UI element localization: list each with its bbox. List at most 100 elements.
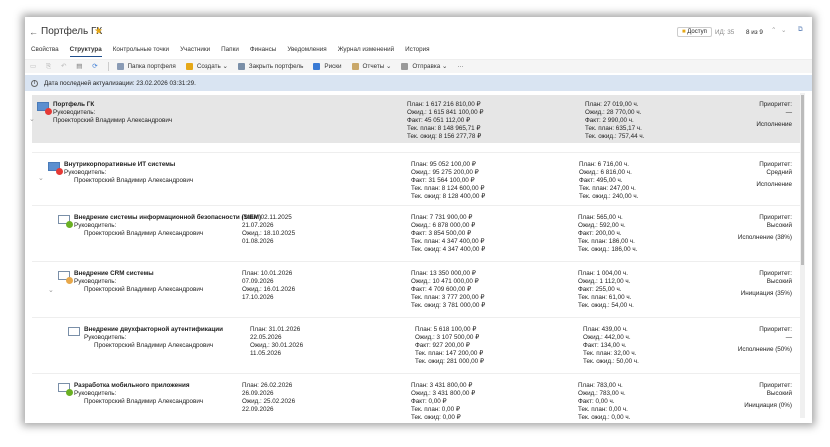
send-button[interactable]: Отправка ⌄ xyxy=(401,63,447,70)
tab-0[interactable]: Свойства xyxy=(31,46,59,57)
tab-2[interactable]: Контрольные точки xyxy=(113,46,169,57)
cost-line: Тек. ожид: 8 128 400,00 ₽ xyxy=(411,193,486,200)
scrollbar[interactable] xyxy=(800,93,805,418)
favorite-star-icon[interactable]: ★ xyxy=(94,26,103,37)
hours-line: Факт: 134,00 ч. xyxy=(583,342,627,349)
date-line: 07.09.2026 xyxy=(242,278,274,285)
record-id: ИД: 35 xyxy=(715,29,735,36)
row-title[interactable]: Разработка мобильного приложения xyxy=(74,382,203,390)
tab-1[interactable]: Структура xyxy=(69,46,102,57)
row-title[interactable]: Внутрикорпоративные ИТ системы xyxy=(64,161,193,169)
tab-4[interactable]: Папки xyxy=(221,46,239,57)
manager-name: Проекторский Владимир Александрович xyxy=(74,177,194,184)
tab-3[interactable]: Участники xyxy=(180,46,210,57)
structure-row[interactable]: ⌄ Портфель ГК Руководитель: Проекторский Вл… xyxy=(29,95,800,143)
status-value: Инициация (35%) xyxy=(740,290,792,297)
tab-5[interactable]: Финансы xyxy=(250,46,276,57)
date-line: 22.09.2026 xyxy=(242,406,274,413)
structure-row[interactable]: Внедрение системы информационной безопас… xyxy=(32,205,800,260)
cost-line: Ожид.: 3 431 800,00 ₽ xyxy=(411,390,476,397)
date-line: Ожид.: 30.01.2026 xyxy=(250,342,304,349)
row-title[interactable]: Внедрение системы информационной безопас… xyxy=(74,214,261,222)
more-button[interactable]: ··· xyxy=(457,63,463,70)
hours-line: Тек. ожид.: 50,00 ч. xyxy=(583,358,639,365)
access-button[interactable]: ■ Доступ xyxy=(677,27,712,37)
hours-line: План: 565,00 ч. xyxy=(578,214,623,221)
date-line: План: 10.01.2026 xyxy=(242,270,293,277)
priority-value: Высокий xyxy=(766,390,792,397)
priority-label: Приоритет: xyxy=(759,270,792,277)
portfolio-icon xyxy=(37,101,52,115)
cost-line: Тек. план: 0,00 ₽ xyxy=(411,406,460,413)
hours-line: Факт: 0,00 ч. xyxy=(578,398,615,405)
hours-line: Ожид.: 28 770,00 ч. xyxy=(585,109,642,116)
manager-label: Руководитель: xyxy=(53,109,96,116)
hours-line: План: 783,00 ч. xyxy=(578,382,623,389)
save-icon[interactable]: ▭ xyxy=(30,63,36,70)
cost-line: Ожид.: 3 107 500,00 ₽ xyxy=(415,334,480,341)
structure-row[interactable]: Разработка мобильного приложения Руководи… xyxy=(32,373,800,423)
close-portfolio-button[interactable]: Закрыть портфель xyxy=(237,63,303,70)
cost-line: Тек. ожид: 3 781 000,00 ₽ xyxy=(411,302,486,309)
toolbar: ▭ ⎘ ↶ ▤ ⟳ Папка портфеля Создать ⌄ Закрыть… xyxy=(25,59,812,73)
undo-icon[interactable]: ↶ xyxy=(61,63,66,70)
expand-chevron-icon[interactable]: ⌄ xyxy=(48,286,54,294)
cost-line: Факт: 927 200,00 ₽ xyxy=(415,342,470,349)
cost-line: Факт: 0,00 ₽ xyxy=(411,398,447,405)
cost-line: Тек. ожид: 281 000,00 ₽ xyxy=(415,358,484,365)
priority-value: Высокий xyxy=(766,222,792,229)
hours-line: План: 1 004,00 ч. xyxy=(578,270,628,277)
create-button[interactable]: Создать ⌄ xyxy=(185,63,228,70)
expand-chevron-icon[interactable]: ⌄ xyxy=(38,174,44,182)
divider xyxy=(107,62,109,71)
manager-label: Руководитель: xyxy=(74,390,117,397)
hours-line: Тек. ожид.: 240,00 ч. xyxy=(579,193,639,200)
cost-line: Факт: 3 854 500,00 ₽ xyxy=(411,230,472,237)
date-line: 22.05.2026 xyxy=(250,334,282,341)
row-title[interactable]: Внедрение двухфакторной аутентификации xyxy=(84,326,223,334)
toolbar-label: Создать ⌄ xyxy=(196,63,228,70)
lock-icon: ■ xyxy=(682,29,686,35)
priority-value: — xyxy=(785,334,792,341)
back-button[interactable]: ← xyxy=(29,27,38,37)
priority-value: — xyxy=(785,109,792,116)
prev-record-button[interactable]: ⌃ xyxy=(771,27,776,34)
structure-row[interactable]: ⌄ Внутрикорпоративные ИТ системы Руководит… xyxy=(32,152,800,202)
priority-label: Приоритет: xyxy=(759,101,792,108)
tab-7[interactable]: Журнал изменений xyxy=(338,46,394,57)
cost-line: Тек. ожид: 8 156 277,78 ₽ xyxy=(407,133,482,140)
row-title[interactable]: Портфель ГК xyxy=(53,101,172,109)
cost-line: План: 7 731 900,00 ₽ xyxy=(411,214,473,221)
paste-icon[interactable]: ▤ xyxy=(76,63,82,70)
hours-line: Факт: 255,00 ч. xyxy=(578,286,622,293)
date-line: Ожид.: 16.01.2026 xyxy=(242,286,296,293)
portfolio-folder-icon xyxy=(116,63,124,70)
date-line: 01.08.2026 xyxy=(242,238,274,245)
next-record-button[interactable]: ⌄ xyxy=(781,27,786,34)
toolbar-label: Отправка ⌄ xyxy=(412,63,448,70)
manager-name: Проекторский Владимир Александрович xyxy=(94,342,214,349)
cost-line: Ожид.: 10 471 000,00 ₽ xyxy=(411,278,479,285)
scrollbar-thumb[interactable] xyxy=(801,95,804,265)
reports-button[interactable]: Отчеты ⌄ xyxy=(351,63,391,70)
project-icon xyxy=(58,270,73,284)
manager-label: Руководитель: xyxy=(64,169,107,176)
structure-row[interactable]: Внедрение двухфакторной аутентификации Ру… xyxy=(32,317,800,372)
structure-row[interactable]: ⌄ Внедрение CRM системы Руководитель: Проек… xyxy=(32,261,800,316)
toolbar-label: Папка портфеля xyxy=(127,63,176,70)
copy-icon[interactable]: ⎘ xyxy=(46,63,51,71)
date-line: 21.07.2026 xyxy=(242,222,274,229)
expand-chevron-icon[interactable]: ⌄ xyxy=(29,115,35,123)
row-title[interactable]: Внедрение CRM системы xyxy=(74,270,203,278)
refresh-icon[interactable]: ⟳ xyxy=(92,63,97,70)
portfolio-folder-button[interactable]: Папка портфеля xyxy=(116,63,176,70)
tab-8[interactable]: История xyxy=(405,46,429,57)
date-line: Ожид.: 18.10.2025 xyxy=(242,230,296,237)
send-icon xyxy=(401,63,409,70)
risks-button[interactable]: Риски xyxy=(313,63,342,70)
hours-line: Тек. план: 186,00 ч. xyxy=(578,238,635,245)
priority-value: Средний xyxy=(766,169,792,176)
cost-line: План: 1 617 216 810,00 ₽ xyxy=(407,101,481,108)
open-window-icon[interactable]: ⧉ xyxy=(798,26,803,34)
tab-6[interactable]: Уведомления xyxy=(287,46,326,57)
